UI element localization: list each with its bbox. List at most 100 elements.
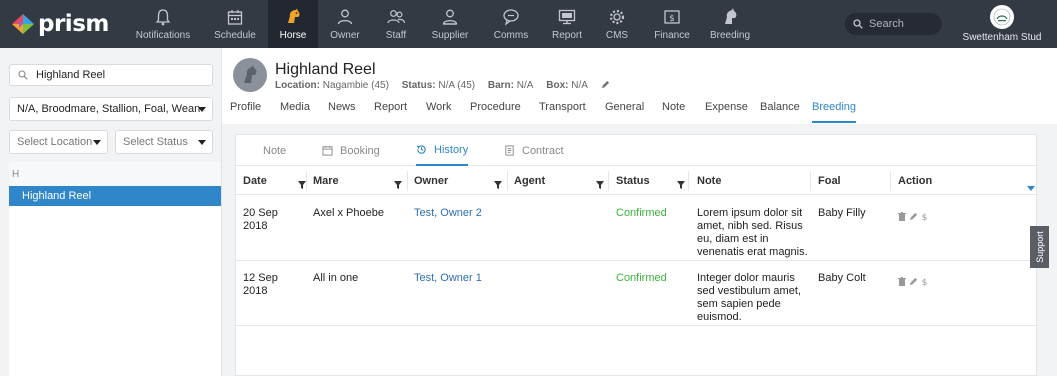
tab-general[interactable]: General bbox=[605, 101, 644, 123]
cell-note-line: sed vestibulum amet, bbox=[697, 285, 801, 297]
filter-icon[interactable] bbox=[394, 176, 402, 194]
subtab-note[interactable]: Note bbox=[263, 135, 286, 166]
filter-icon[interactable] bbox=[596, 176, 604, 194]
nav-item-label: Owner bbox=[330, 30, 360, 41]
tab-news[interactable]: News bbox=[328, 101, 356, 123]
column-header-date[interactable]: Date bbox=[243, 167, 267, 195]
status-value: N/A (45) bbox=[438, 80, 476, 91]
tab-transport[interactable]: Transport bbox=[539, 101, 586, 123]
horse-list-item[interactable]: Highland Reel bbox=[9, 186, 221, 206]
column-header-mare[interactable]: Mare bbox=[313, 167, 339, 195]
barn-label: Barn: bbox=[487, 80, 514, 91]
nav-item-horse[interactable]: Horse bbox=[268, 0, 318, 48]
column-header-agent[interactable]: Agent bbox=[514, 167, 545, 195]
subtab-history[interactable]: History bbox=[416, 135, 469, 166]
horse-meta: Location: Nagambie (45) Status: N/A (45)… bbox=[275, 80, 610, 91]
trash-icon[interactable] bbox=[898, 208, 906, 226]
owner-link[interactable]: Test, Owner 1 bbox=[414, 272, 482, 285]
nav-item-owner[interactable]: Owner bbox=[322, 0, 368, 48]
nav-item-label: Report bbox=[551, 30, 582, 41]
subtab-label: History bbox=[434, 143, 469, 156]
nav-item-comms[interactable]: Comms bbox=[488, 0, 534, 48]
search-input[interactable] bbox=[869, 18, 939, 30]
nav-item-supplier[interactable]: Supplier bbox=[428, 0, 472, 48]
nav-item-label: Schedule bbox=[214, 30, 256, 41]
subtab-booking[interactable]: Booking bbox=[322, 135, 380, 166]
tab-procedure[interactable]: Procedure bbox=[470, 101, 521, 123]
status-label: Status: bbox=[401, 80, 436, 91]
status-confirmed: Confirmed bbox=[616, 272, 667, 284]
history-icon bbox=[416, 144, 427, 155]
chevron-down-icon bbox=[198, 107, 206, 112]
column-header-action[interactable]: Action bbox=[898, 167, 932, 195]
horse-search-value: Highland Reel bbox=[36, 69, 106, 81]
nav-item-schedule[interactable]: Schedule bbox=[213, 0, 257, 48]
nav-item-staff[interactable]: Staff bbox=[374, 0, 418, 48]
cell-date: 20 Sep 2018 bbox=[243, 207, 278, 233]
calendar-icon bbox=[322, 145, 333, 156]
cell-mare: All in one bbox=[313, 272, 359, 284]
people-icon bbox=[386, 6, 406, 28]
dollar-icon[interactable]: $ bbox=[921, 273, 928, 291]
tab-report[interactable]: Report bbox=[374, 101, 407, 123]
status-select[interactable]: Select Status bbox=[115, 130, 213, 154]
filter-icon[interactable] bbox=[494, 176, 502, 194]
owner-link[interactable]: Test, Owner 2 bbox=[414, 207, 482, 220]
nav-item-cms[interactable]: CMS bbox=[598, 0, 636, 48]
tab-media[interactable]: Media bbox=[280, 101, 310, 123]
dollar-icon[interactable]: $ bbox=[921, 208, 928, 226]
search-icon bbox=[18, 70, 28, 80]
calendar-icon bbox=[225, 6, 245, 28]
tab-work[interactable]: Work bbox=[426, 101, 451, 123]
tab-balance[interactable]: Balance bbox=[760, 101, 800, 123]
nav-item-report[interactable]: Report bbox=[545, 0, 589, 48]
search-icon bbox=[853, 19, 863, 29]
horse-search-field[interactable]: Highland Reel bbox=[9, 64, 213, 86]
cell-date-year: 2018 bbox=[243, 220, 268, 232]
cell-date: 12 Sep 2018 bbox=[243, 272, 278, 298]
nav-item-breeding[interactable]: Breeding bbox=[705, 0, 755, 48]
nav-item-label: Staff bbox=[385, 30, 407, 41]
column-header-note[interactable]: Note bbox=[697, 167, 721, 195]
cell-foal: Baby Filly bbox=[818, 207, 866, 219]
support-tab[interactable]: Support bbox=[1030, 226, 1049, 268]
column-header-foal[interactable]: Foal bbox=[818, 167, 841, 195]
stud-account[interactable]: Swettenham Stud bbox=[952, 0, 1052, 48]
prism-logo-icon bbox=[12, 14, 34, 34]
subtab-contract[interactable]: Contract bbox=[504, 135, 564, 166]
cell-date-day: 12 Sep bbox=[243, 272, 278, 284]
horse-icon bbox=[720, 6, 740, 28]
status-select-placeholder: Select Status bbox=[123, 136, 188, 148]
horse-type-select[interactable]: N/A, Broodmare, Stallion, Foal, Weanling bbox=[9, 97, 213, 121]
svg-text:$: $ bbox=[922, 278, 928, 286]
filter-icon[interactable] bbox=[677, 176, 685, 194]
tab-breeding[interactable]: Breeding bbox=[812, 101, 857, 123]
column-menu-icon[interactable] bbox=[1027, 178, 1035, 196]
cell-note-line: sem sapien pede bbox=[697, 298, 781, 310]
filter-icon[interactable] bbox=[298, 176, 306, 194]
box-value: N/A bbox=[571, 80, 588, 91]
pencil-icon[interactable] bbox=[909, 273, 918, 291]
nav-item-label: CMS bbox=[605, 30, 629, 41]
cell-note: Lorem ipsum dolor sit amet, nibh sed. Ris… bbox=[697, 207, 808, 259]
tab-profile[interactable]: Profile bbox=[230, 101, 261, 123]
tab-note[interactable]: Note bbox=[662, 101, 685, 123]
nav-item-notifications[interactable]: Notifications bbox=[133, 0, 193, 48]
nav-item-finance[interactable]: $ Finance bbox=[648, 0, 696, 48]
column-header-owner[interactable]: Owner bbox=[414, 167, 448, 195]
column-header-status[interactable]: Status bbox=[616, 167, 650, 195]
nav-item-label: Supplier bbox=[431, 30, 469, 41]
horse-list: H Highland Reel bbox=[9, 162, 221, 376]
global-search[interactable] bbox=[845, 13, 942, 35]
prism-logo[interactable]: prism bbox=[10, 10, 109, 38]
location-select[interactable]: Select Location bbox=[9, 130, 108, 154]
pencil-icon[interactable] bbox=[601, 80, 610, 89]
column-divider bbox=[890, 171, 891, 191]
monitor-icon bbox=[557, 6, 577, 28]
pencil-icon[interactable] bbox=[909, 208, 918, 226]
trash-icon[interactable] bbox=[898, 273, 906, 291]
chat-bubble-icon bbox=[501, 6, 521, 28]
nav-item-label: Comms bbox=[493, 30, 529, 41]
tab-expense[interactable]: Expense bbox=[705, 101, 748, 123]
column-divider bbox=[688, 171, 689, 191]
